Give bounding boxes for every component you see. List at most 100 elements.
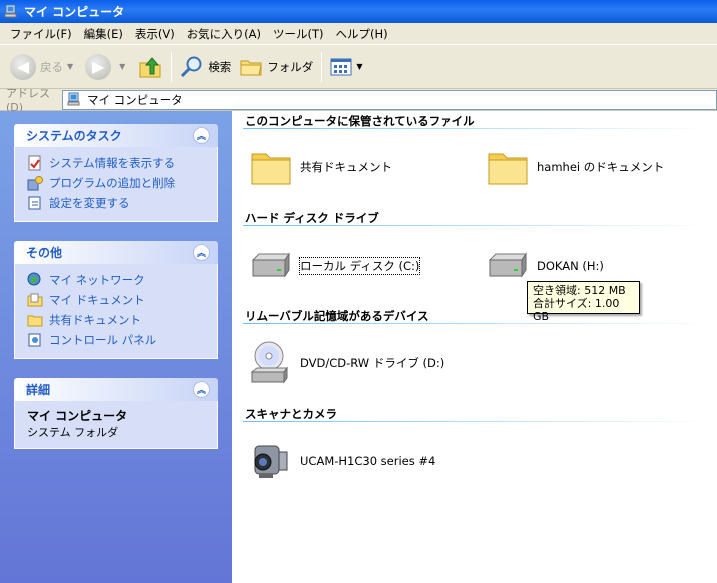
my-computer-icon [4, 4, 17, 17]
control-panel-label: コントロール パネル [49, 333, 157, 347]
search-icon [181, 56, 202, 77]
group-header-removable: リムーバブル記憶域があるデバイス [245, 309, 429, 323]
content-pane: このコンピュータに保管されているファイル 共有ドキュメント hamhei のドキ… [232, 111, 717, 583]
webcam-label: UCAM-H1C30 series #4 [300, 454, 436, 468]
menu-view[interactable]: 表示(V) [129, 26, 181, 42]
folder-icon [240, 60, 262, 75]
add-remove-programs-link[interactable]: プログラムの追加と削除 [27, 173, 207, 193]
dvd-drive-item[interactable]: DVD/CD-RW ドライブ (D:) [248, 340, 444, 386]
collapse-icon[interactable]: ︽ [193, 381, 210, 398]
menu-help[interactable]: ヘルプ(H) [330, 26, 394, 42]
hard-drive-icon [251, 252, 290, 278]
shared-documents-item[interactable]: 共有ドキュメント [248, 144, 392, 190]
system-tasks-header[interactable]: システムのタスク ︽ [14, 124, 218, 147]
forward-arrow-icon: ▶ [85, 53, 112, 80]
group-divider [243, 323, 713, 324]
back-button[interactable]: ◀ 戻る ▼ [6, 49, 81, 85]
system-info-icon [28, 155, 41, 171]
view-system-info-link[interactable]: システム情報を表示する [27, 153, 207, 173]
window-title: マイ コンピュータ [24, 5, 125, 19]
my-documents-label: マイ ドキュメント [49, 293, 145, 307]
views-button[interactable]: ▼ [326, 49, 370, 85]
dokan-h-label: DOKAN (H:) [537, 259, 604, 273]
other-places-header[interactable]: その他 ︽ [14, 241, 218, 264]
local-disk-c-item[interactable]: ローカル ディスク (C:) [248, 243, 421, 289]
collapse-icon[interactable]: ︽ [193, 127, 210, 144]
folder-icon [27, 315, 43, 327]
webcam-item[interactable]: UCAM-H1C30 series #4 [248, 438, 435, 484]
menu-favorites[interactable]: お気に入り(A) [181, 26, 267, 42]
tooltip-free-space: 空き領域: 512 MB [533, 284, 626, 297]
camera-icon [254, 445, 288, 478]
address-value: マイ コンピュータ [87, 92, 183, 107]
folder-icon [488, 153, 528, 185]
folder-icon [251, 153, 291, 185]
up-folder-button[interactable] [133, 49, 167, 85]
view-system-info-label: システム情報を表示する [49, 156, 176, 170]
group-header-hdd: ハード ディスク ドライブ [245, 211, 379, 225]
my-documents-link[interactable]: マイ ドキュメント [27, 290, 207, 310]
user-documents-item-label: hamhei のドキュメント [537, 160, 665, 174]
group-divider [243, 128, 713, 129]
address-field[interactable]: マイ コンピュータ [62, 89, 717, 110]
search-button[interactable]: 検索 [176, 49, 235, 85]
shared-documents-item-label: 共有ドキュメント [300, 160, 392, 174]
up-folder-icon [139, 56, 161, 77]
group-header-files: このコンピュータに保管されているファイル [245, 114, 475, 128]
menu-file[interactable]: ファイル(F) [4, 26, 78, 42]
other-places-title: その他 [26, 246, 63, 260]
views-icon [330, 58, 352, 75]
settings-icon [28, 196, 41, 210]
details-title: 詳細 [26, 383, 51, 397]
folders-button[interactable]: フォルダ [235, 49, 317, 85]
toolbar: ◀ 戻る ▼ ▶ ▼ 検索 フォルダ ▼ [0, 45, 717, 89]
task-pane: システムのタスク ︽ システム情報を表示する プログラムの追加と削除 設定を変更… [0, 111, 232, 583]
hard-drive-icon [488, 252, 527, 278]
user-documents-item[interactable]: hamhei のドキュメント [485, 144, 664, 190]
menu-edit[interactable]: 編集(E) [78, 26, 129, 42]
my-network-link[interactable]: マイ ネットワーク [27, 270, 207, 290]
system-tasks-panel: システムのタスク ︽ システム情報を表示する プログラムの追加と削除 設定を変更… [14, 124, 218, 222]
forward-button[interactable]: ▶ ▼ [81, 49, 133, 85]
shared-documents-label: 共有ドキュメント [49, 313, 141, 327]
collapse-icon[interactable]: ︽ [193, 244, 210, 261]
other-places-panel: その他 ︽ マイ ネットワーク マイ ドキュメント 共有ドキュメント コントロー… [14, 241, 218, 359]
network-globe-icon [27, 272, 41, 286]
system-tasks-title: システムのタスク [26, 129, 122, 143]
details-name: マイ コンピュータ [27, 409, 128, 423]
toolbar-separator [171, 51, 173, 82]
menu-bar: ファイル(F) 編集(E) 表示(V) お気に入り(A) ツール(T) ヘルプ(… [0, 23, 717, 45]
add-remove-programs-icon [27, 176, 43, 191]
drive-tooltip: 空き領域: 512 MB 合計サイズ: 1.00 GB [527, 281, 640, 323]
dvd-drive-label: DVD/CD-RW ドライブ (D:) [300, 356, 445, 370]
search-label: 検索 [208, 59, 232, 74]
dvd-drive-icon [250, 341, 288, 384]
tooltip-total-size: 合計サイズ: 1.00 GB [533, 297, 620, 323]
views-dropdown-icon[interactable]: ▼ [356, 62, 362, 71]
shared-documents-link[interactable]: 共有ドキュメント [27, 310, 207, 330]
details-header[interactable]: 詳細 ︽ [14, 378, 218, 401]
toolbar-separator [321, 51, 323, 82]
system-tasks-body: システム情報を表示する プログラムの追加と削除 設定を変更する [14, 147, 218, 222]
documents-folder-icon [27, 293, 43, 307]
local-disk-c-label: ローカル ディスク (C:) [298, 257, 421, 275]
address-bar: アドレス(D) マイ コンピュータ [0, 87, 717, 114]
my-network-label: マイ ネットワーク [49, 273, 145, 287]
details-body: マイ コンピュータ システム フォルダ [14, 401, 218, 449]
back-arrow-icon: ◀ [10, 53, 36, 80]
control-panel-link[interactable]: コントロール パネル [27, 330, 207, 350]
change-setting-link[interactable]: 設定を変更する [27, 193, 207, 213]
other-places-body: マイ ネットワーク マイ ドキュメント 共有ドキュメント コントロール パネル [14, 264, 218, 359]
details-type: システム フォルダ [27, 426, 119, 439]
back-label: 戻る [40, 59, 63, 74]
change-setting-label: 設定を変更する [49, 196, 130, 210]
add-remove-programs-label: プログラムの追加と削除 [49, 176, 176, 190]
details-panel: 詳細 ︽ マイ コンピュータ システム フォルダ [14, 378, 218, 449]
back-dropdown-icon[interactable]: ▼ [67, 62, 73, 71]
title-bar[interactable]: マイ コンピュータ [0, 0, 717, 23]
group-divider [243, 225, 713, 226]
group-divider [243, 421, 713, 422]
menu-tools[interactable]: ツール(T) [267, 26, 330, 42]
folders-label: フォルダ [267, 59, 314, 74]
forward-dropdown-icon[interactable]: ▼ [119, 62, 125, 71]
